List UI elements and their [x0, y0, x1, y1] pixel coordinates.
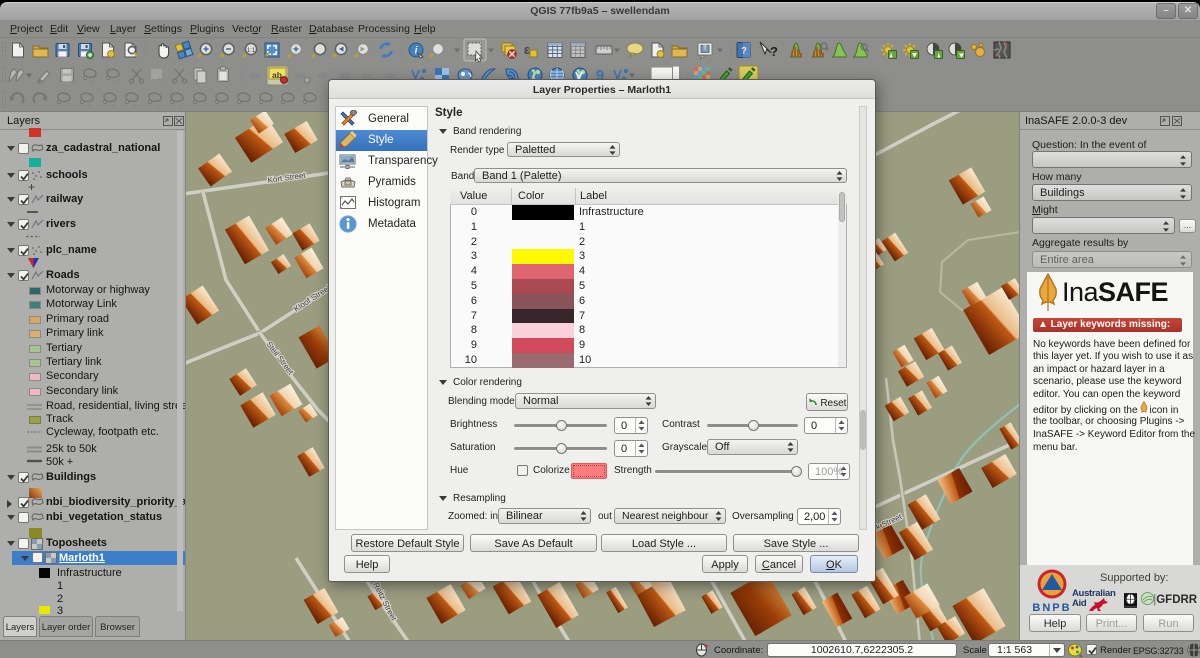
- svg-text:T: T: [703, 46, 708, 53]
- svg-text:i: i: [415, 46, 418, 57]
- svg-text:?: ?: [741, 46, 747, 56]
- svg-text:BNPB: BNPB: [1032, 602, 1071, 613]
- svg-text:ε: ε: [524, 42, 530, 57]
- svg-text:ab: ab: [317, 70, 327, 80]
- svg-text:ab: ab: [250, 70, 260, 80]
- svg-text:?: ?: [770, 44, 778, 59]
- svg-text:1:1: 1:1: [247, 48, 256, 54]
- svg-text:ab: ab: [295, 70, 305, 80]
